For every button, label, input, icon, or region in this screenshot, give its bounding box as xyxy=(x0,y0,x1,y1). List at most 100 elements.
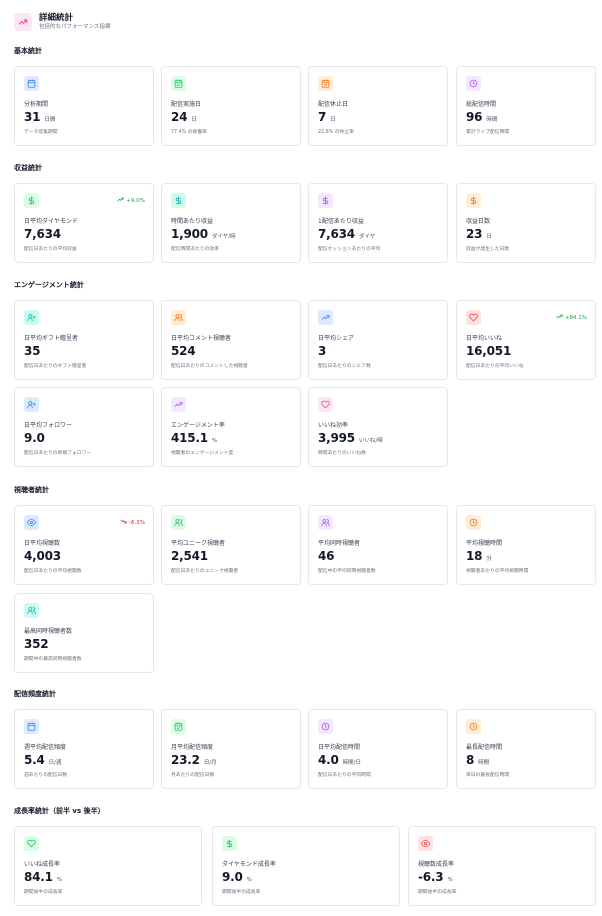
stat-value: 23 xyxy=(466,227,483,241)
stat-description: 配信中の平均同時視聴者数 xyxy=(318,569,376,574)
stat-label: 総配信時間 xyxy=(466,101,497,108)
stat-card-frequency-1: 月平均配信頻度 23.2 日/月 月あたりの配信日数 xyxy=(161,709,301,789)
stat-unit: 時間/日 xyxy=(342,760,362,766)
calendar-check-icon xyxy=(171,76,186,91)
page-title: 詳細統計 xyxy=(39,13,74,23)
stat-value: 415.1 xyxy=(171,431,208,445)
trend-badge: +84.1% xyxy=(556,313,587,322)
stat-card-frequency-2: 日平均配信時間 4.0 時間/日 配信日あたりの平均時間 xyxy=(308,709,448,789)
stat-card-revenue-3: 収益日数 23 日収益が発生した日数 xyxy=(456,183,596,263)
stat-card-viewers-2: 平均同時視聴者 46 配信中の平均同時視聴者数 xyxy=(308,505,448,585)
stat-unit: % xyxy=(211,438,218,444)
stat-description: 期間中の最高同時視聴者数 xyxy=(24,657,82,662)
stat-unit: 日/週 xyxy=(48,760,62,766)
stat-description: データ収集期間 xyxy=(24,130,58,135)
stat-label: エンゲージメント率 xyxy=(171,422,225,429)
stat-description: 配信セッションあたりの平均 xyxy=(318,247,381,252)
stat-card-engagement-6: いいね効率 3,995 いいね/時 時間あたりのいいね数 xyxy=(308,387,448,467)
stat-value: 18 xyxy=(466,549,483,563)
stat-description: 配信日あたりの平均時間 xyxy=(318,773,371,778)
stat-unit: 時間 xyxy=(478,760,490,766)
stat-card-revenue-1: 時間あたり収益 1,900 ダイヤ/時 配信時間あたりの効率 xyxy=(161,183,301,263)
eye-icon xyxy=(418,836,433,851)
stat-value: 31 xyxy=(24,110,41,124)
stat-description: 配信日あたりのギフト贈呈者 xyxy=(24,364,87,369)
stat-card-viewers-1: 平均ユニーク視聴者 2,541 配信日あたりのユニーク視聴者 xyxy=(161,505,301,585)
stat-value: 46 xyxy=(318,549,335,563)
stat-value: 1,900 xyxy=(171,227,208,241)
heart-icon xyxy=(318,397,333,412)
calendar-x-icon xyxy=(318,76,333,91)
stat-unit: 時間 xyxy=(486,117,498,123)
stat-card-basic-3: 総配信時間 96 時間累計ライブ配信時間 xyxy=(456,66,596,146)
section-title-revenue: 収益統計 xyxy=(14,164,42,172)
heart-icon xyxy=(466,310,481,325)
trend-up-icon xyxy=(556,313,563,322)
stat-label: いいね効率 xyxy=(318,422,349,429)
stat-value: 8 xyxy=(466,753,475,767)
user-plus-icon xyxy=(24,397,39,412)
stat-value: 9.0 xyxy=(24,431,45,445)
stat-description: 22.6% の休止率 xyxy=(318,130,354,135)
stat-label: 平均ユニーク視聴者 xyxy=(171,540,226,547)
stat-card-engagement-2: 日平均シェア 3 配信日あたりのシェア数 xyxy=(308,300,448,380)
stat-label: 収益日数 xyxy=(466,218,491,225)
stat-unit: 日間 xyxy=(44,117,56,123)
stat-description: 単日の最長配信時間 xyxy=(466,773,510,778)
stat-card-revenue-0: +9.0% 日平均ダイヤモンド 7,634 配信日あたりの平均収益 xyxy=(14,183,154,263)
stat-label: 配信実施日 xyxy=(171,101,202,108)
stat-value: 3 xyxy=(318,344,327,358)
dollar-icon xyxy=(222,836,237,851)
stat-card-viewers-4: 最高同時視聴者数 352 期間中の最高同時視聴者数 xyxy=(14,593,154,673)
section-title-frequency: 配信頻度統計 xyxy=(14,690,56,698)
users-icon xyxy=(318,515,333,530)
stat-value: 7,634 xyxy=(24,227,61,241)
heart-icon xyxy=(24,836,39,851)
stat-description: 累計ライブ配信時間 xyxy=(466,130,510,135)
stat-value: 84.1 xyxy=(24,870,53,884)
section-title-engagement: エンゲージメント統計 xyxy=(14,281,84,289)
trending-up-icon xyxy=(318,310,333,325)
stat-value: 524 xyxy=(171,344,196,358)
clock-icon xyxy=(318,719,333,734)
trend-badge: -6.3% xyxy=(120,518,145,527)
stat-label: 日平均ダイヤモンド xyxy=(24,218,78,225)
stat-card-revenue-2: 1配信あたり収益 7,634 ダイヤ 配信セッションあたりの平均 xyxy=(308,183,448,263)
stat-card-basic-2: 配信休止日 7 日 22.6% の休止率 xyxy=(308,66,448,146)
stat-label: 配信休止日 xyxy=(318,101,349,108)
trend-up-icon xyxy=(117,196,124,205)
stat-description: 配信日あたりの平均収益 xyxy=(24,247,77,252)
stat-value: 4,003 xyxy=(24,549,61,563)
stat-description: 週あたりの配信日数 xyxy=(24,773,68,778)
stat-description: 月あたりの配信日数 xyxy=(171,773,215,778)
user-plus-icon xyxy=(24,310,39,325)
stat-label: 時間あたり収益 xyxy=(171,218,214,225)
stat-description: 配信日あたりのコメントした視聴者 xyxy=(171,364,248,369)
stat-description: 視聴者あたりの平均視聴時間 xyxy=(466,569,529,574)
stat-unit: 分 xyxy=(486,556,492,562)
stat-unit: ダイヤ xyxy=(358,234,376,240)
dollar-icon xyxy=(24,193,39,208)
stat-card-growth-2: 視聴数成長率 -6.3% 期間後半の成長率 xyxy=(408,826,596,906)
stat-label: 最長配信時間 xyxy=(466,744,503,751)
dollar-icon xyxy=(466,193,481,208)
stat-card-frequency-3: 最長配信時間 8 時間単日の最長配信時間 xyxy=(456,709,596,789)
stat-value: 96 xyxy=(466,110,483,124)
stat-label: 日平均ギフト贈呈者 xyxy=(24,335,79,342)
stat-description: 収益が発生した日数 xyxy=(466,247,510,252)
trend-badge: +9.0% xyxy=(117,196,145,205)
clock-icon xyxy=(466,76,481,91)
stat-unit: % xyxy=(56,877,63,883)
stat-value: 3,995 xyxy=(318,431,355,445)
stat-card-growth-1: ダイヤモンド成長率 9.0% 期間後半の成長率 xyxy=(212,826,400,906)
stat-card-engagement-4: 日平均フォロワー 9.0 配信日あたりの新規フォロワー xyxy=(14,387,154,467)
stat-unit: 日 xyxy=(191,117,197,123)
stat-label: 平均同時視聴者 xyxy=(318,540,361,547)
stat-unit: % xyxy=(246,877,252,883)
stat-label: 日平均シェア xyxy=(318,335,355,342)
page-header: 詳細統計 包括的なパフォーマンス指標 xyxy=(14,10,594,34)
stat-value: -6.3 xyxy=(418,870,444,884)
users-icon xyxy=(171,515,186,530)
trending-up-icon xyxy=(14,13,32,31)
stat-card-engagement-1: 日平均コメント視聴者 524 配信日あたりのコメントした視聴者 xyxy=(161,300,301,380)
